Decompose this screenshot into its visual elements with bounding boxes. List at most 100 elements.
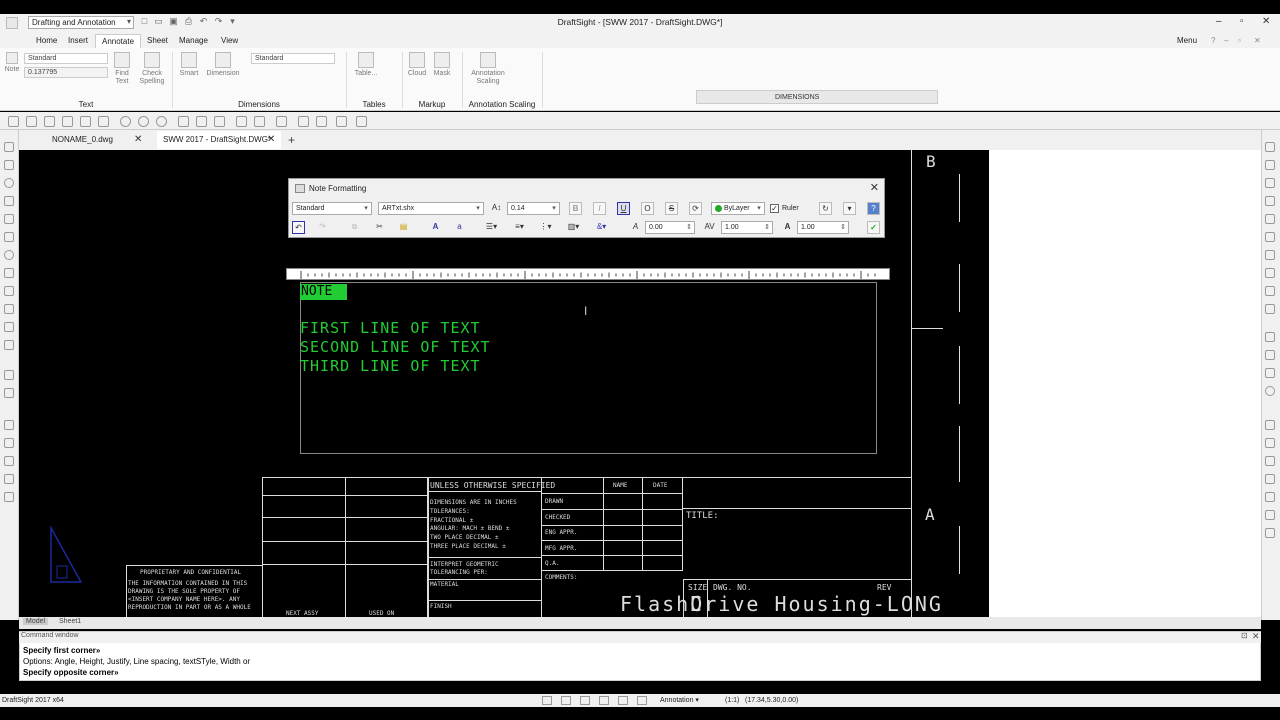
tool-icon[interactable] <box>1265 386 1275 396</box>
italic-button[interactable]: I <box>593 202 606 215</box>
tool-icon[interactable] <box>1265 286 1275 296</box>
tab-sheet1[interactable]: Sheet1 <box>59 618 81 625</box>
tool-icon[interactable] <box>4 456 14 466</box>
smart-dimension-button[interactable]: Smart <box>177 52 201 78</box>
insert-field-button[interactable]: ↻ <box>819 202 832 215</box>
uppercase-button[interactable]: A <box>429 221 442 234</box>
ribbon-minimize-icon[interactable]: – <box>1224 36 1228 45</box>
annotation-scaling-button[interactable]: Annotation Scaling <box>466 52 510 86</box>
ribbon-close-icon[interactable]: ✕ <box>1254 36 1261 45</box>
tool-icon[interactable] <box>4 370 14 380</box>
dimension-style-dropdown[interactable]: Standard <box>251 53 335 64</box>
find-text-button[interactable]: Find Text <box>110 52 134 86</box>
oblique-angle-field[interactable]: 0.00 ⇕ <box>645 221 695 234</box>
tool-icon[interactable] <box>4 286 14 296</box>
underline-button[interactable]: U <box>617 202 630 215</box>
line-spacing-button[interactable]: ☰▾ <box>485 221 498 234</box>
annotation-dropdown[interactable]: Annotation ▾ <box>660 694 699 707</box>
bold-button[interactable]: B <box>569 202 582 215</box>
close-tab-icon[interactable]: ✕ <box>267 131 275 149</box>
cut-button[interactable]: ✂ <box>373 221 386 234</box>
ellipse-tool-icon[interactable] <box>4 250 14 260</box>
overline-button[interactable]: O <box>641 202 654 215</box>
snap-toggle-icon[interactable] <box>542 696 552 705</box>
tool-icon[interactable] <box>4 420 14 430</box>
tool-icon[interactable] <box>1265 350 1275 360</box>
restore-button[interactable]: ▫ <box>1240 16 1244 27</box>
symbol-button[interactable]: &▾ <box>595 221 608 234</box>
ruler-checkbox[interactable]: ✓ <box>770 204 779 213</box>
tab-annotate[interactable]: Annotate <box>95 34 142 48</box>
tool-icon[interactable] <box>1265 474 1275 484</box>
tab-sheet[interactable]: Sheet <box>147 36 168 45</box>
tool-icon[interactable] <box>4 492 14 502</box>
tool-icon[interactable] <box>62 116 73 127</box>
ortho-toggle-icon[interactable] <box>580 696 590 705</box>
close-window-button[interactable]: ✕ <box>1262 16 1270 27</box>
width-factor-field[interactable]: 1.00 ⇕ <box>797 221 849 234</box>
tool-icon[interactable] <box>1265 332 1275 342</box>
tool-icon[interactable] <box>214 116 225 127</box>
ribbon-restore-icon[interactable]: ▫ <box>1238 36 1241 45</box>
tool-icon[interactable] <box>4 304 14 314</box>
tool-icon[interactable] <box>298 116 309 127</box>
tab-insert[interactable]: Insert <box>68 36 88 45</box>
minimize-button[interactable]: – <box>1216 16 1222 27</box>
pin-icon[interactable]: ⊡ <box>1241 631 1248 640</box>
polar-toggle-icon[interactable] <box>599 696 609 705</box>
etrack-toggle-icon[interactable] <box>637 696 647 705</box>
redo-button[interactable]: ↷ <box>316 221 329 234</box>
undo-button[interactable]: ↶ <box>292 221 305 234</box>
ok-check-button[interactable]: ✓ <box>867 221 880 234</box>
esnap-toggle-icon[interactable] <box>618 696 628 705</box>
columns-button[interactable]: ▥▾ <box>567 221 580 234</box>
tab-model[interactable]: Model <box>23 618 49 625</box>
doc-tab-sww[interactable]: SWW 2017 - DraftSight.DWG* ✕ <box>157 131 281 149</box>
command-line-3[interactable]: Specify opposite corner» <box>23 668 119 677</box>
table-button[interactable]: Table... <box>352 52 380 78</box>
note-line-1[interactable]: FIRST LINE OF TEXT <box>300 319 481 337</box>
new-tab-icon[interactable]: + <box>288 133 295 147</box>
text-ruler[interactable] <box>286 268 890 280</box>
tool-icon[interactable] <box>1265 196 1275 206</box>
line-tool-icon[interactable] <box>4 142 14 152</box>
tab-manage[interactable]: Manage <box>179 36 208 45</box>
tool-icon[interactable] <box>196 116 207 127</box>
justify-button[interactable]: ≡▾ <box>513 221 526 234</box>
tool-icon[interactable] <box>1265 528 1275 538</box>
arc-tool-icon[interactable] <box>4 214 14 224</box>
tool-icon[interactable] <box>1265 510 1275 520</box>
note-button[interactable]: Note <box>4 52 20 74</box>
menu-button[interactable]: Menu <box>1177 36 1197 45</box>
spinner-icon[interactable]: ⇕ <box>763 222 771 233</box>
layer-dropdown[interactable]: DIMENSIONS <box>696 90 938 104</box>
tool-icon[interactable] <box>1265 232 1275 242</box>
options-dropdown-button[interactable]: ▾ <box>843 202 856 215</box>
tool-icon[interactable] <box>1265 142 1275 152</box>
dimension-button[interactable]: Dimension <box>204 52 242 78</box>
close-command-window-icon[interactable]: ✕ <box>1252 631 1260 642</box>
tracking-field[interactable]: 1.00 ⇕ <box>721 221 773 234</box>
circle-tool-icon[interactable] <box>156 116 167 127</box>
circle-tool-icon[interactable] <box>4 178 14 188</box>
selected-text[interactable]: NOTE <box>300 284 347 300</box>
circle-tool-icon[interactable] <box>120 116 131 127</box>
tool-icon[interactable] <box>4 438 14 448</box>
tool-icon[interactable] <box>4 322 14 332</box>
text-height-field[interactable]: 0.137795 <box>24 67 108 78</box>
tool-icon[interactable] <box>26 116 37 127</box>
tool-icon[interactable] <box>254 116 265 127</box>
tool-icon[interactable] <box>336 116 347 127</box>
tool-icon[interactable] <box>98 116 109 127</box>
help-button[interactable]: ? <box>867 202 880 215</box>
strikethrough-button[interactable]: S <box>665 202 678 215</box>
tool-icon[interactable] <box>4 340 14 350</box>
tool-icon[interactable] <box>8 116 19 127</box>
spinner-icon[interactable]: ⇕ <box>839 222 847 233</box>
tool-icon[interactable] <box>1265 368 1275 378</box>
tool-icon[interactable] <box>44 116 55 127</box>
tool-icon[interactable] <box>1265 456 1275 466</box>
tool-icon[interactable] <box>1265 304 1275 314</box>
color-dropdown[interactable]: ByLayer ▾ <box>711 202 765 215</box>
tab-home[interactable]: Home <box>36 36 57 45</box>
